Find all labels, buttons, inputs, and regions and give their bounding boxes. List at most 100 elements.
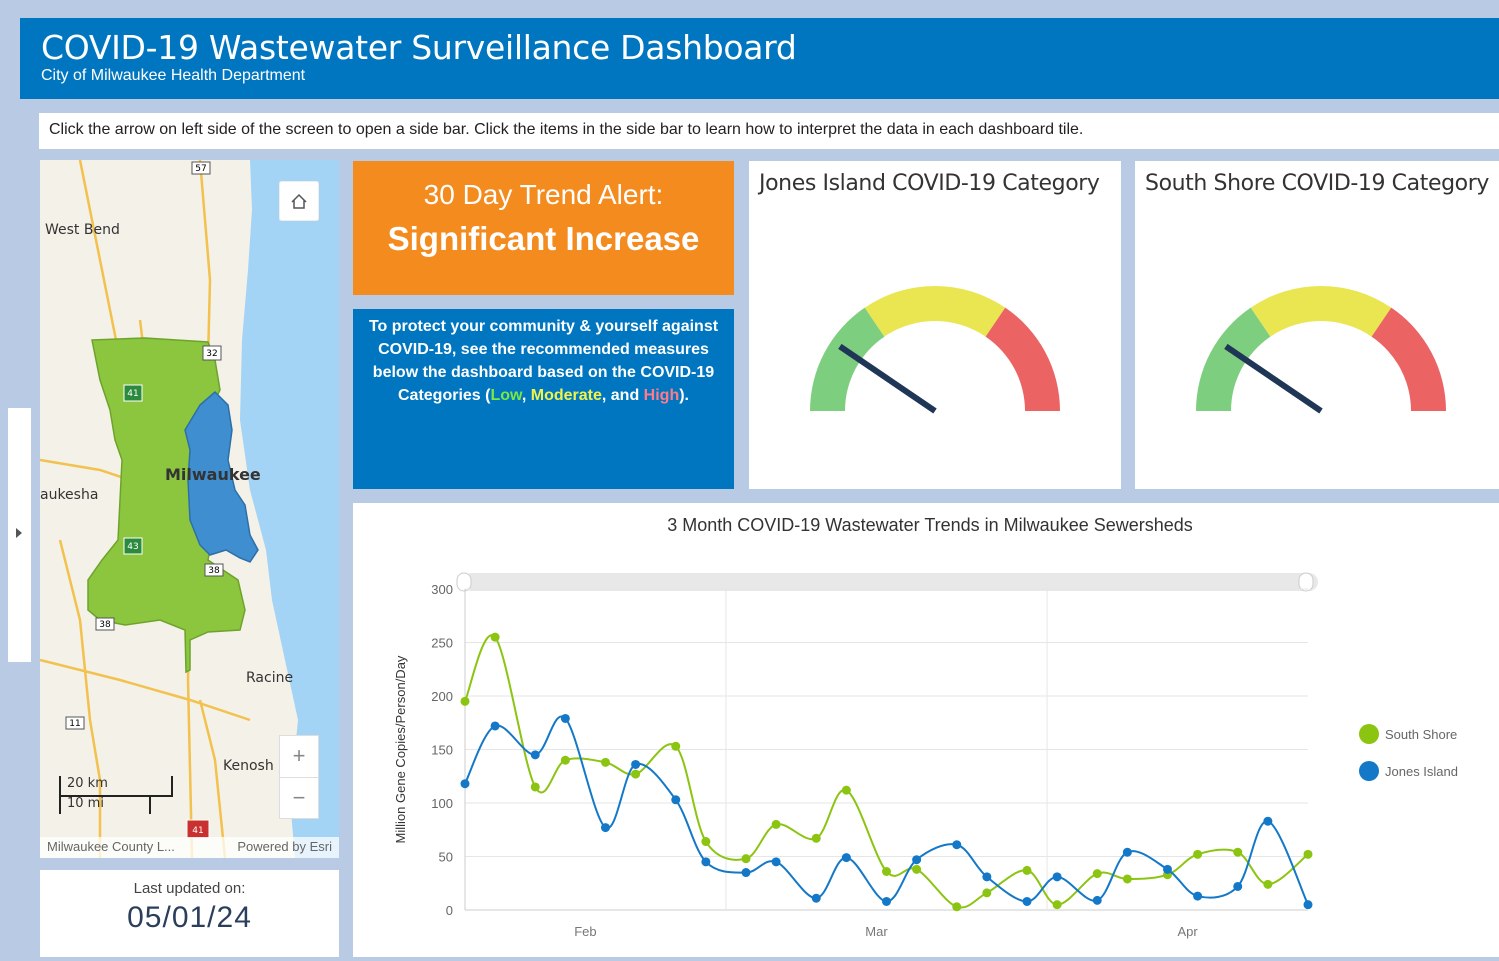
data-point[interactable] bbox=[811, 833, 821, 843]
data-point[interactable] bbox=[1233, 881, 1243, 891]
data-point[interactable] bbox=[1022, 896, 1032, 906]
data-point[interactable] bbox=[671, 795, 681, 805]
series-line-0 bbox=[464, 634, 1309, 909]
protect-message: To protect your community & yourself aga… bbox=[353, 309, 734, 489]
data-point[interactable] bbox=[1163, 864, 1172, 874]
protect-end: ). bbox=[679, 387, 689, 404]
zoom-in-button[interactable]: + bbox=[280, 736, 318, 778]
zoom-controls: + − bbox=[279, 735, 319, 819]
dashboard-subtitle: City of Milwaukee Health Department bbox=[41, 67, 306, 84]
data-point[interactable] bbox=[741, 854, 751, 864]
chevron-right-icon bbox=[16, 528, 22, 538]
y-axis-label: Million Gene Copies/Person/Day bbox=[393, 655, 408, 843]
data-point[interactable] bbox=[560, 713, 570, 723]
y-tick-label: 0 bbox=[446, 903, 453, 918]
y-tick-label: 150 bbox=[431, 743, 453, 758]
shield-11: 11 bbox=[69, 719, 80, 729]
x-tick-label: Apr bbox=[1177, 924, 1198, 939]
data-point[interactable] bbox=[1052, 900, 1062, 910]
dashboard-title: COVID-19 Wastewater Surveillance Dashboa… bbox=[41, 28, 797, 67]
data-point[interactable] bbox=[982, 872, 992, 882]
attribution-esri[interactable]: Powered by Esri bbox=[237, 839, 332, 856]
data-point[interactable] bbox=[771, 819, 781, 829]
data-point[interactable] bbox=[952, 840, 962, 850]
data-point[interactable] bbox=[601, 823, 610, 833]
trend-chart: 3 Month COVID-19 Wastewater Trends in Mi… bbox=[393, 515, 1458, 939]
label-waukesha: aukesha bbox=[40, 487, 99, 503]
data-point[interactable] bbox=[671, 741, 681, 751]
data-point[interactable] bbox=[1092, 869, 1102, 879]
data-point[interactable] bbox=[631, 769, 641, 779]
data-point[interactable] bbox=[1263, 879, 1273, 889]
shield-38: 38 bbox=[208, 566, 220, 576]
sidebar-toggle[interactable] bbox=[8, 408, 31, 662]
data-point[interactable] bbox=[530, 782, 540, 792]
data-point[interactable] bbox=[1122, 847, 1132, 857]
data-point[interactable] bbox=[460, 779, 470, 789]
data-point[interactable] bbox=[560, 755, 570, 765]
legend-marker bbox=[1359, 761, 1379, 781]
data-point[interactable] bbox=[771, 857, 781, 867]
data-point[interactable] bbox=[1092, 895, 1102, 905]
data-point[interactable] bbox=[601, 757, 610, 767]
jones-island-gauge-card: Jones Island COVID-19 Category bbox=[749, 161, 1121, 489]
data-point[interactable] bbox=[1233, 847, 1243, 857]
legend-label[interactable]: Jones Island bbox=[1385, 764, 1458, 779]
instructions-banner: Click the arrow on left side of the scre… bbox=[39, 113, 1499, 149]
y-tick-label: 300 bbox=[431, 582, 453, 597]
shield-41: 41 bbox=[127, 389, 138, 399]
moderate-label: Moderate bbox=[530, 387, 602, 404]
chart-title: 3 Month COVID-19 Wastewater Trends in Mi… bbox=[667, 515, 1193, 535]
gauge-moderate-segment bbox=[864, 286, 1006, 337]
data-point[interactable] bbox=[912, 855, 922, 865]
data-point[interactable] bbox=[912, 864, 922, 874]
data-point[interactable] bbox=[1303, 900, 1313, 910]
data-point[interactable] bbox=[982, 888, 992, 898]
data-point[interactable] bbox=[490, 721, 500, 731]
gauge-high-segment bbox=[985, 307, 1060, 411]
data-point[interactable] bbox=[1052, 872, 1062, 882]
data-point[interactable] bbox=[1122, 874, 1132, 884]
shield-43: 43 bbox=[127, 542, 138, 552]
zoom-out-button[interactable]: − bbox=[280, 778, 318, 820]
range-slider-track[interactable] bbox=[463, 573, 1318, 591]
protect-sep2: , and bbox=[601, 387, 644, 404]
data-point[interactable] bbox=[1303, 849, 1313, 859]
data-point[interactable] bbox=[1022, 865, 1032, 875]
data-point[interactable] bbox=[1193, 849, 1203, 859]
range-slider-handle-left[interactable] bbox=[456, 572, 472, 592]
data-point[interactable] bbox=[1193, 891, 1203, 901]
gauge-needle bbox=[838, 343, 937, 414]
gauge-low-segment bbox=[1196, 307, 1271, 411]
gauge-low-segment bbox=[810, 307, 885, 411]
data-point[interactable] bbox=[841, 785, 851, 795]
trend-alert-card: 30 Day Trend Alert: Significant Increase bbox=[353, 161, 734, 295]
data-point[interactable] bbox=[530, 750, 540, 760]
shield-57: 57 bbox=[195, 164, 206, 174]
label-milwaukee: Milwaukee bbox=[165, 465, 261, 484]
last-updated-date: 05/01/24 bbox=[127, 901, 252, 934]
data-point[interactable] bbox=[490, 632, 500, 642]
data-point[interactable] bbox=[841, 853, 851, 863]
high-label: High bbox=[643, 387, 680, 404]
series-line-1 bbox=[464, 715, 1309, 906]
shield-32: 32 bbox=[206, 349, 217, 359]
attribution-county[interactable]: Milwaukee County L... bbox=[47, 839, 175, 856]
shield-38b: 38 bbox=[99, 620, 111, 630]
data-point[interactable] bbox=[811, 893, 821, 903]
data-point[interactable] bbox=[701, 837, 711, 847]
data-point[interactable] bbox=[460, 696, 470, 706]
x-tick-label: Feb bbox=[574, 924, 596, 939]
range-slider-handle-right[interactable] bbox=[1298, 572, 1314, 592]
data-point[interactable] bbox=[701, 857, 711, 867]
data-point[interactable] bbox=[952, 902, 962, 912]
data-point[interactable] bbox=[741, 868, 751, 878]
data-point[interactable] bbox=[882, 866, 891, 876]
trend-chart-card: 3 Month COVID-19 Wastewater Trends in Mi… bbox=[353, 503, 1499, 957]
data-point[interactable] bbox=[882, 896, 891, 906]
legend-label[interactable]: South Shore bbox=[1385, 727, 1457, 742]
home-button[interactable] bbox=[279, 181, 319, 221]
label-racine: Racine bbox=[246, 670, 294, 686]
data-point[interactable] bbox=[631, 759, 641, 769]
data-point[interactable] bbox=[1263, 816, 1273, 826]
